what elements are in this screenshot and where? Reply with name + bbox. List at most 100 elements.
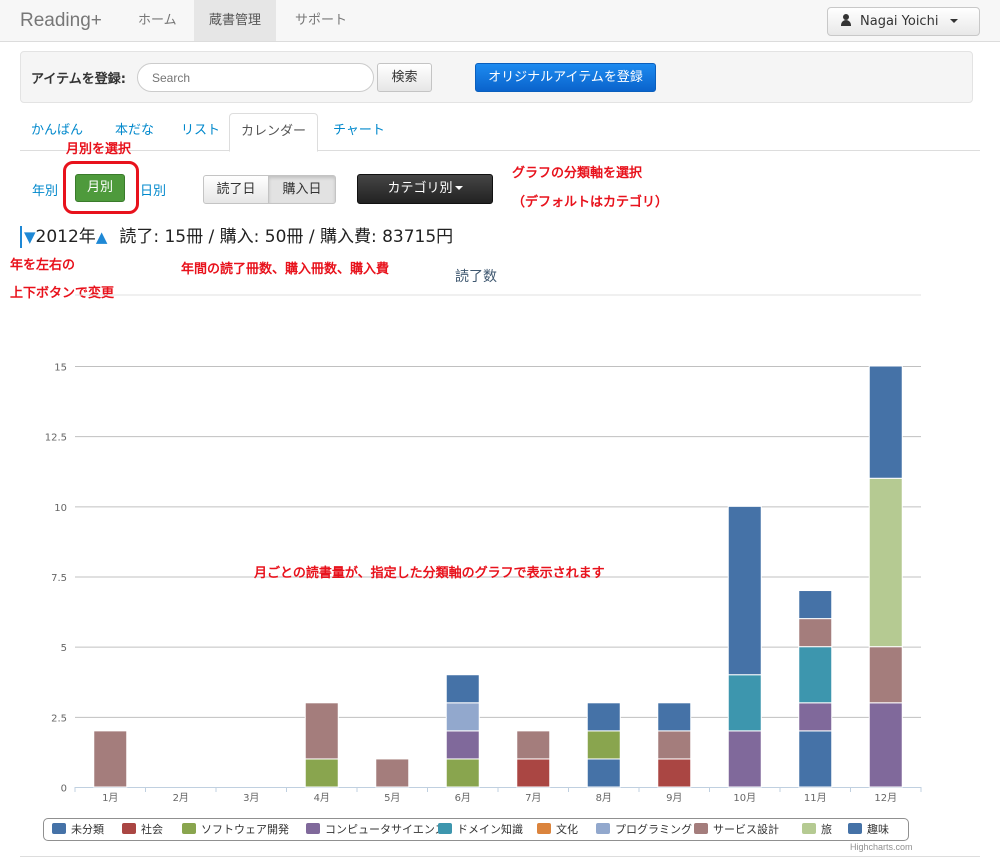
bar-segment <box>657 730 692 760</box>
bar-segment <box>657 702 692 732</box>
annotation-default-category: （デフォルトはカテゴリ） <box>512 195 669 210</box>
yearly-link[interactable]: 年別 <box>32 180 58 199</box>
bar-segment <box>516 758 551 788</box>
legend-item[interactable]: ソフトウェア開発 <box>182 823 289 837</box>
bar-segment <box>586 730 621 760</box>
legend-swatch <box>438 823 452 834</box>
legend-label: 趣味 <box>867 823 889 836</box>
legend-item[interactable]: 趣味 <box>848 823 889 837</box>
legend-swatch <box>802 823 816 834</box>
year-up-arrow[interactable]: ▲ <box>96 228 108 246</box>
bar-segment <box>304 702 339 760</box>
chart-credits[interactable]: Highcharts.com <box>850 842 913 852</box>
year-down-arrow[interactable]: ▼ <box>24 228 36 246</box>
bar-segment <box>727 505 762 676</box>
brand-logo[interactable]: Reading+ <box>20 10 102 32</box>
bottom-divider <box>20 856 980 857</box>
legend-swatch <box>122 823 136 834</box>
y-tick-label: 12.5 <box>45 433 67 444</box>
bar-segment <box>868 365 903 479</box>
legend-item[interactable]: コンピュータサイエンス <box>306 823 446 837</box>
bar-segment <box>798 702 833 732</box>
bar-segment <box>727 674 762 732</box>
nav-home[interactable]: ホーム <box>123 0 192 41</box>
legend-swatch <box>306 823 320 834</box>
legend-item[interactable]: 旅 <box>802 823 832 837</box>
tab-chart[interactable]: チャート <box>322 113 396 151</box>
legend-swatch <box>596 823 610 834</box>
legend-label: プログラミング <box>615 823 692 836</box>
x-tick-label: 5月 <box>384 792 400 804</box>
read-date-button[interactable]: 読了日 <box>203 175 269 204</box>
x-tick-label: 11月 <box>804 792 827 804</box>
legend-label: サービス設計 <box>713 823 779 836</box>
x-tick-label: 2月 <box>173 792 189 804</box>
top-navbar: Reading+ ホーム 蔵書管理 サポート Nagai Yoichi <box>0 0 1000 42</box>
annotation-select-axis: グラフの分類軸を選択 <box>512 166 643 181</box>
x-tick-label: 9月 <box>666 792 682 804</box>
tab-calendar[interactable]: カレンダー <box>229 113 319 152</box>
x-tick-label: 4月 <box>314 792 330 804</box>
bar-segment <box>93 730 128 788</box>
legend-label: ドメイン知識 <box>457 823 523 836</box>
tab-list[interactable]: リスト <box>170 113 231 151</box>
y-tick-label: 0 <box>61 784 67 795</box>
bar-segment <box>445 758 480 788</box>
bar-segment <box>445 730 480 760</box>
legend-item[interactable]: 社会 <box>122 823 163 837</box>
search-input[interactable] <box>137 63 374 92</box>
monthly-button[interactable]: 月別 <box>75 174 125 202</box>
legend-swatch <box>537 823 551 834</box>
x-tick-label: 7月 <box>525 792 541 804</box>
monthly-read-chart: 読了数 0 2.5 5 7.5 10 12.5 15 1月 2月 3月 4月 5月 6月 7月 8月 9月 10月… <box>45 268 922 804</box>
category-dropdown-button[interactable]: カテゴリ別 <box>357 174 493 204</box>
search-button[interactable]: 検索 <box>377 63 432 92</box>
legend-label: 文化 <box>556 823 578 836</box>
purchase-date-button[interactable]: 購入日 <box>268 175 336 204</box>
legend-swatch <box>52 823 66 834</box>
bar-segment <box>586 702 621 732</box>
legend-swatch <box>182 823 196 834</box>
category-dropdown-label: カテゴリ別 <box>387 181 453 196</box>
register-label: アイテムを登録: <box>31 72 126 87</box>
bar-segment <box>445 674 480 704</box>
x-tick-label: 6月 <box>455 792 471 804</box>
nav-library[interactable]: 蔵書管理 <box>194 0 277 41</box>
register-original-item-button[interactable]: オリジナルアイテムを登録 <box>475 63 656 92</box>
user-menu-button[interactable]: Nagai Yoichi <box>827 7 980 36</box>
chevron-down-icon <box>950 19 959 23</box>
x-tick-label: 12月 <box>874 792 897 804</box>
legend-item[interactable]: プログラミング <box>596 823 692 837</box>
legend-item[interactable]: 文化 <box>537 823 578 837</box>
legend-item[interactable]: 未分類 <box>52 823 104 837</box>
legend-item[interactable]: ドメイン知識 <box>438 823 523 837</box>
daily-link[interactable]: 日別 <box>140 180 166 199</box>
y-tick-label: 2.5 <box>51 713 67 724</box>
bar-segment <box>868 646 903 704</box>
bar-segment <box>445 702 480 732</box>
bar-segment <box>798 646 833 704</box>
user-icon <box>840 14 852 26</box>
year-summary: ▼2012年▲ 読了: 15冊 / 購入: 50冊 / 購入費: 83715円 <box>20 226 453 248</box>
bar-segment <box>798 590 833 620</box>
y-tick-label: 7.5 <box>51 573 67 584</box>
bar-segment <box>375 758 410 788</box>
bar-segment <box>868 702 903 788</box>
x-tick-label: 10月 <box>733 792 756 804</box>
legend-swatch <box>848 823 862 834</box>
chevron-down-icon <box>454 186 463 190</box>
bar-segment <box>798 618 833 648</box>
nav-support[interactable]: サポート <box>280 0 362 41</box>
legend-label: ソフトウェア開発 <box>201 823 289 836</box>
bar-segment <box>657 758 692 788</box>
y-tick-label: 15 <box>54 363 67 374</box>
legend-item[interactable]: サービス設計 <box>694 823 779 837</box>
bar-segment <box>868 477 903 648</box>
annotation-select-monthly: 月別を選択 <box>66 142 132 157</box>
register-item-panel: アイテムを登録: 検索 オリジナルアイテムを登録 <box>20 51 973 103</box>
legend-label: 旅 <box>821 823 832 836</box>
year-label: 2012年 <box>35 227 96 247</box>
view-tabs: かんばん 本だな リスト カレンダー チャート <box>20 113 980 152</box>
x-tick-label: 1月 <box>102 792 118 804</box>
legend-label: コンピュータサイエンス <box>325 823 446 836</box>
